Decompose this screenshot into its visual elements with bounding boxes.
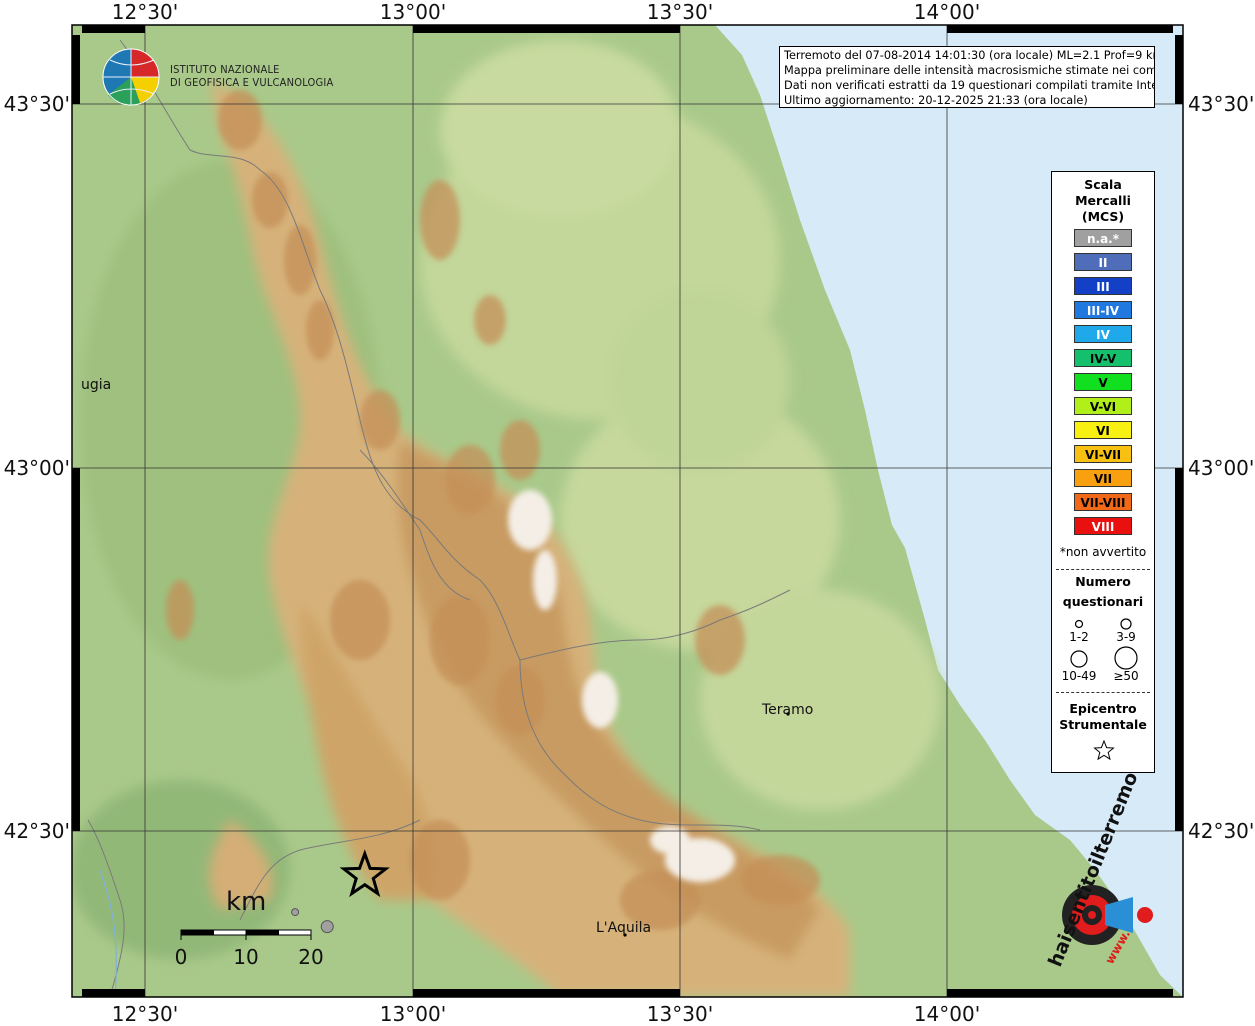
legend-swatch-11: VII <box>1074 469 1132 487</box>
legend-swatch-7: V <box>1074 373 1132 391</box>
lat-tick-left-3: 42°30' <box>3 819 70 843</box>
ingv-logo-icon <box>102 48 160 106</box>
ingv-line2: DI GEOFISICA E VULCANOLOGIA <box>170 76 334 89</box>
lat-tick-right-3: 42°30' <box>1188 819 1255 843</box>
legend-separator-2 <box>1056 692 1150 693</box>
ingv-logo-text: ISTITUTO NAZIONALE DI GEOFISICA E VULCAN… <box>170 63 333 89</box>
epicenter-title-1: Epicentro <box>1069 701 1137 716</box>
count-class-4: ≥50 <box>1113 669 1139 683</box>
info-line-data: Dati non verificati estratti da 19 quest… <box>784 79 1155 92</box>
event-info-box: Terremoto del 07-08-2014 14:01:30 (ora l… <box>779 46 1155 108</box>
lat-tick-left-1: 43°30' <box>3 92 70 116</box>
place-teramo: Teramo <box>762 702 814 718</box>
count-class-3: 10-49 <box>1061 669 1097 683</box>
place-laquila: L'Aquila <box>596 920 652 936</box>
legend-swatch-8: V-VI <box>1074 397 1132 415</box>
legend-title-3: (MCS) <box>1081 209 1125 224</box>
legend-swatch-12: VII-VIII <box>1074 493 1132 511</box>
legend-swatch-6: IV-V <box>1074 349 1132 367</box>
count-title-2: questionari <box>1062 594 1144 609</box>
legend-title-1: Scala <box>1084 177 1122 192</box>
lon-tick-top-1: 12°30' <box>111 0 179 24</box>
legend-swatch-3: III <box>1074 277 1132 295</box>
scale-unit: km <box>226 887 267 917</box>
legend-swatch-10: VI-VII <box>1074 445 1132 463</box>
info-line-map: Mappa preliminare delle intensità macros… <box>784 64 1155 77</box>
lon-tick-bottom-2: 13°00' <box>379 1002 447 1026</box>
legend-swatch-5: IV <box>1074 325 1132 343</box>
lon-tick-bottom-3: 13°30' <box>646 1002 714 1026</box>
scale-label-10: 10 <box>233 945 259 969</box>
legend-swatch-1: n.a.* <box>1074 229 1132 247</box>
epicenter-title-2: Strumentale <box>1059 717 1147 732</box>
info-line-event: Terremoto del 07-08-2014 14:01:30 (ora l… <box>784 49 1155 62</box>
intensity-legend: Scala Mercalli (MCS) n.a.* II III III-IV IV I… <box>1051 171 1155 773</box>
lat-tick-left-2: 43°00' <box>3 456 70 480</box>
legend-swatch-13: VIII <box>1074 517 1132 535</box>
place-perugia: ugia <box>81 377 112 393</box>
legend-title-2: Mercalli <box>1075 193 1131 208</box>
count-title-1: Numero <box>1075 574 1131 589</box>
questionnaire-point-1 <box>291 908 300 917</box>
legend-swatch-9: VI <box>1074 421 1132 439</box>
legend-separator-1 <box>1056 569 1150 570</box>
lon-tick-top-3: 13°30' <box>646 0 714 24</box>
questionnaire-point-2 <box>320 920 334 934</box>
legend-swatch-2: II <box>1074 253 1132 271</box>
scale-label-0: 0 <box>174 945 188 969</box>
lon-tick-bottom-1: 12°30' <box>111 1002 179 1026</box>
lon-tick-bottom-4: 14°00' <box>913 1002 981 1026</box>
lat-tick-right-1: 43°30' <box>1188 92 1255 116</box>
epicenter-legend-icon <box>1093 739 1115 761</box>
count-class-2: 3-9 <box>1116 630 1136 644</box>
info-line-update: Ultimo aggiornamento: 20-12-2025 21:33 (… <box>784 94 1088 107</box>
scale-label-20: 20 <box>298 945 324 969</box>
count-class-1: 1-2 <box>1069 630 1089 644</box>
not-felt-note: *non avvertito <box>1059 545 1147 559</box>
lon-tick-top-4: 14°00' <box>913 0 981 24</box>
lat-tick-right-2: 43°00' <box>1188 456 1255 480</box>
ingv-line1: ISTITUTO NAZIONALE <box>170 63 280 76</box>
lon-tick-top-2: 13°00' <box>379 0 447 24</box>
legend-swatch-4: III-IV <box>1074 301 1132 319</box>
